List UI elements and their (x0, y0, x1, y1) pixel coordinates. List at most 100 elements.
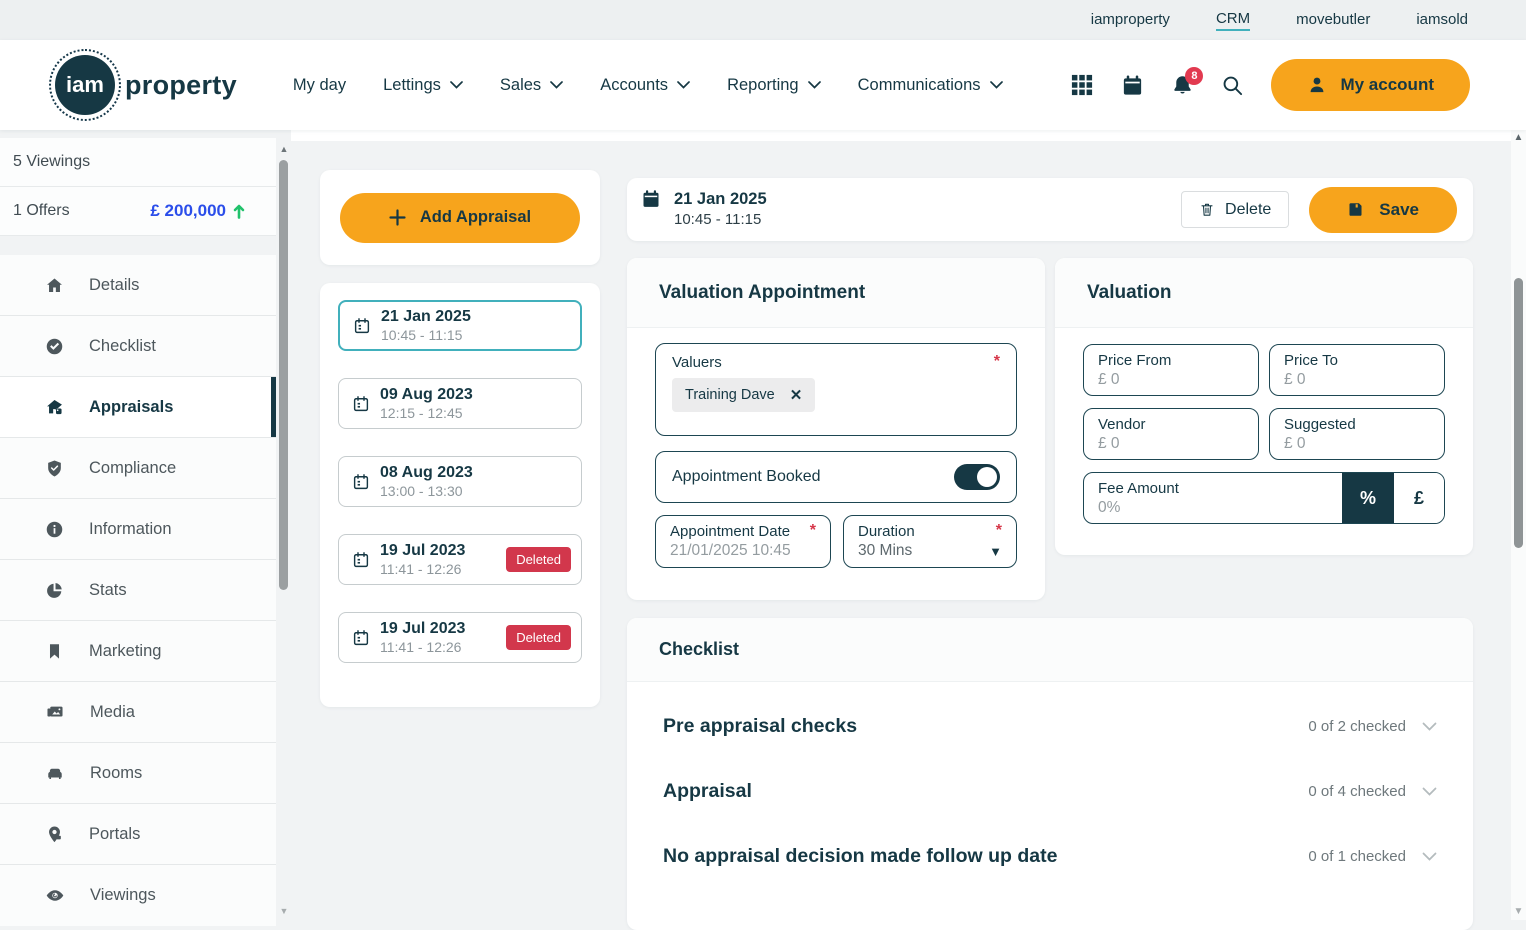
price-from-field[interactable]: Price From £ 0 (1083, 344, 1259, 396)
fee-unit-percent-button[interactable]: % (1342, 473, 1394, 523)
calendar-icon[interactable] (1121, 74, 1144, 97)
scrollbar-thumb[interactable] (279, 160, 288, 590)
my-account-button[interactable]: My account (1271, 59, 1470, 111)
sidebar-item-label: Viewings (90, 886, 156, 904)
suggested-field[interactable]: Suggested £ 0 (1269, 408, 1445, 460)
calendar-outline-icon (353, 551, 369, 567)
product-link-crm[interactable]: CRM (1215, 10, 1251, 31)
checklist-group-pre-appraisal[interactable]: Pre appraisal checks 0 of 2 checked (663, 694, 1437, 759)
checklist-group-no-decision[interactable]: No appraisal decision made follow up dat… (663, 824, 1437, 889)
nav-lettings[interactable]: Lettings (383, 76, 463, 95)
sidebar-item-stats[interactable]: Stats (0, 560, 276, 621)
chevron-down-icon[interactable] (1422, 722, 1437, 731)
checklist-group-appraisal[interactable]: Appraisal 0 of 4 checked (663, 759, 1437, 824)
sidebar-item-portals[interactable]: Portals (0, 804, 276, 865)
save-button[interactable]: Save (1309, 186, 1457, 233)
sidebar-item-appraisals[interactable]: Appraisals (0, 377, 276, 438)
viewings-count: 5 Viewings (13, 153, 91, 170)
appointment-date-field[interactable]: Appointment Date * 21/01/2025 10:45 (655, 515, 831, 568)
sidebar-item-label: Information (89, 519, 172, 538)
nav-communications[interactable]: Communications (858, 76, 1003, 95)
sidebar-item-information[interactable]: Information (0, 499, 276, 560)
scroll-up-arrow[interactable]: ▲ (1511, 132, 1526, 143)
logo-dotted-ring (49, 49, 121, 121)
nav-my-day[interactable]: My day (293, 76, 346, 95)
appraisal-item-deleted[interactable]: 19 Jul 2023 11:41 - 12:26 Deleted (338, 534, 582, 585)
appraisal-item[interactable]: 08 Aug 2023 13:00 - 13:30 (338, 456, 582, 507)
product-link-movebutler[interactable]: movebutler (1296, 11, 1370, 30)
delete-button[interactable]: Delete (1181, 191, 1290, 228)
chevron-down-icon (450, 81, 463, 89)
media-photos-icon (47, 706, 63, 716)
duration-field[interactable]: Duration * 30 Mins ▼ (843, 515, 1017, 568)
appointment-date-label: Appointment Date (670, 523, 791, 540)
sidebar-scrollbar[interactable]: ▲ ▼ (278, 140, 290, 920)
sidebar-item-viewings[interactable]: Viewings (0, 865, 276, 926)
nav-label: Reporting (727, 75, 799, 94)
search-icon[interactable] (1221, 74, 1244, 97)
product-link-iamsold[interactable]: iamsold (1416, 11, 1468, 30)
nav-sales[interactable]: Sales (500, 76, 564, 95)
detail-time: 10:45 - 11:15 (674, 211, 762, 229)
vendor-field[interactable]: Vendor £ 0 (1083, 408, 1259, 460)
valuer-chip-label: Training Dave (685, 387, 775, 403)
apps-grid-icon[interactable] (1071, 74, 1094, 97)
vendor-label: Vendor (1098, 416, 1146, 433)
appointment-booked-toggle[interactable] (954, 464, 1000, 490)
sidebar-item-media[interactable]: Media (0, 682, 276, 743)
sidebar-item-checklist[interactable]: Checklist (0, 316, 276, 377)
summary-offers-row[interactable]: 1 Offers £ 200,000 (0, 187, 276, 236)
chip-remove-icon[interactable]: ✕ (790, 386, 803, 404)
content-top-band (291, 130, 1511, 141)
appraisal-time: 11:41 - 12:26 (380, 638, 462, 655)
fee-unit-pound-button[interactable]: £ (1394, 473, 1444, 523)
fee-amount-field[interactable]: Fee Amount 0% % £ (1083, 472, 1445, 524)
required-asterisk: * (809, 522, 816, 539)
info-icon (46, 521, 63, 537)
nav-reporting[interactable]: Reporting (727, 76, 821, 95)
eye-icon (46, 890, 64, 901)
chevron-down-icon[interactable] (1422, 787, 1437, 796)
valuers-field[interactable]: Valuers * Training Dave ✕ (655, 343, 1017, 436)
appraisal-date: 21 Jan 2025 (381, 307, 471, 325)
scrollbar-thumb[interactable] (1514, 278, 1523, 548)
checklist-group-label: Appraisal (663, 780, 752, 802)
appraisal-item-deleted[interactable]: 19 Jul 2023 11:41 - 12:26 Deleted (338, 612, 582, 663)
price-to-field[interactable]: Price To £ 0 (1269, 344, 1445, 396)
valuation-title: Valuation (1055, 258, 1473, 328)
sidebar-item-label: Compliance (89, 458, 177, 477)
suggested-label: Suggested (1284, 416, 1356, 433)
summary-viewings-row[interactable]: 5 Viewings (0, 138, 276, 187)
scroll-down-arrow[interactable]: ▼ (278, 906, 290, 916)
fee-amount-label: Fee Amount (1098, 480, 1179, 497)
offers-count: 1 Offers (13, 202, 70, 219)
nav-accounts[interactable]: Accounts (600, 76, 690, 95)
sidebar-item-details[interactable]: Details (0, 255, 276, 316)
iamproperty-logo[interactable]: iam property (49, 49, 237, 121)
sidebar-item-label: Media (90, 702, 135, 721)
sidebar-item-rooms[interactable]: Rooms (0, 743, 276, 804)
sidebar-item-label: Stats (89, 580, 127, 599)
page-scrollbar[interactable]: ▲ ▼ (1511, 130, 1526, 920)
header-icons: 8 My account (1071, 59, 1470, 111)
add-appraisal-button[interactable]: Add Appraisal (340, 192, 580, 243)
sidebar-item-label: Portals (89, 824, 141, 843)
add-appraisal-card: Add Appraisal (320, 170, 600, 265)
product-link-iamproperty[interactable]: iamproperty (1091, 11, 1170, 30)
appraisal-list-card: 21 Jan 2025 10:45 - 11:15 09 Aug 2023 12… (320, 283, 600, 707)
shield-icon (48, 460, 61, 476)
appraisal-item[interactable]: 09 Aug 2023 12:15 - 12:45 (338, 378, 582, 429)
main-nav: My day Lettings Sales Accounts Reporting… (293, 76, 1003, 95)
scroll-down-arrow[interactable]: ▼ (1511, 906, 1526, 917)
appraisal-item-selected[interactable]: 21 Jan 2025 10:45 - 11:15 (338, 300, 582, 351)
caret-down-icon[interactable]: ▼ (989, 544, 1002, 559)
offer-value: £ 200,000 (150, 201, 226, 220)
logo-word: property (125, 69, 237, 100)
notifications-bell-icon[interactable]: 8 (1171, 66, 1204, 97)
nav-label: Accounts (600, 75, 669, 94)
save-label: Save (1379, 199, 1419, 219)
chevron-down-icon[interactable] (1422, 852, 1437, 861)
sidebar-item-marketing[interactable]: Marketing (0, 621, 276, 682)
scroll-up-arrow[interactable]: ▲ (278, 144, 290, 154)
sidebar-item-compliance[interactable]: Compliance (0, 438, 276, 499)
